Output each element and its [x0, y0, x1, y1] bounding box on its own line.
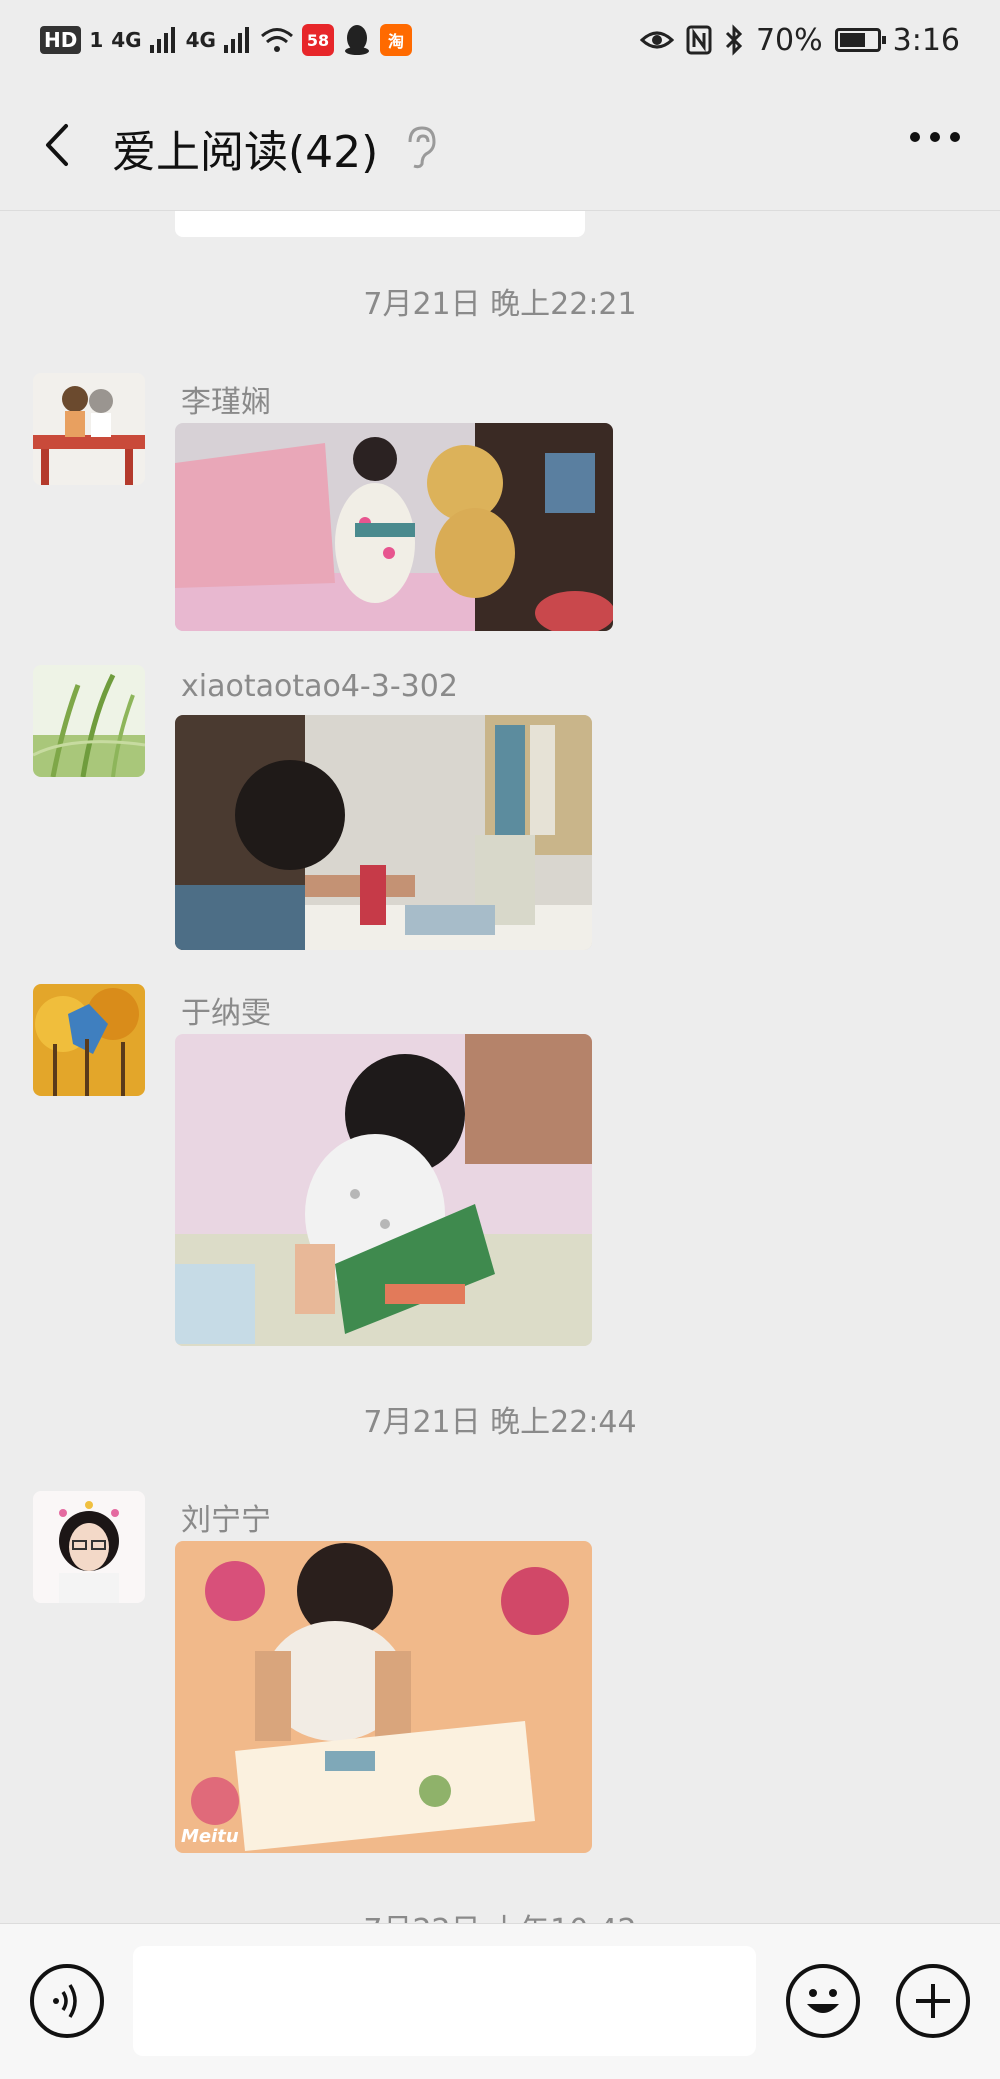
bluetooth-icon — [725, 24, 743, 56]
message-input[interactable] — [133, 1946, 756, 2056]
sender-name: 于纳雯 — [181, 996, 271, 1031]
voice-icon — [53, 1984, 77, 2018]
mute-ear-icon — [408, 126, 436, 169]
emoji-button[interactable] — [786, 1964, 860, 2038]
photo-girl-reading-teddy-bear — [175, 423, 613, 631]
dot-icon — [950, 132, 960, 142]
chat-message-list[interactable]: 7月21日 晚上22:21 李瑾娴 xiaotaotao4-3-302 于纳雯 … — [0, 211, 1000, 1923]
taobao-icon: 淘 — [379, 24, 412, 56]
status-right: 70% 3:16 — [639, 20, 960, 60]
sender-name: 刘宁宁 — [181, 1503, 271, 1538]
wifi-icon — [260, 28, 293, 52]
avatar[interactable] — [33, 665, 145, 777]
sender-name: xiaotaotao4-3-302 — [181, 669, 458, 704]
image-message[interactable]: Meitu — [175, 1541, 592, 1853]
sender-name: 李瑾娴 — [181, 385, 271, 420]
smiley-icon — [807, 1989, 839, 2013]
battery-percent: 70% — [755, 22, 823, 58]
avatar[interactable] — [33, 984, 145, 1096]
timestamp: 7月22日 上午10:42 — [0, 1905, 1000, 1923]
status-bar: HD 1 4G 4G 58 淘 70% 3:16 — [0, 0, 1000, 80]
signal-icon — [149, 27, 175, 53]
timestamp: 7月21日 晚上22:21 — [363, 287, 637, 322]
eye-comfort-icon — [639, 31, 674, 49]
chat-input-bar — [0, 1923, 1000, 2079]
avatar-autumn-trees-image — [33, 984, 145, 1096]
avatar-green-grass-image — [33, 665, 145, 777]
back-arrow-icon[interactable] — [34, 120, 84, 170]
photo-child-reading-at-desk — [175, 715, 592, 950]
status-left: HD 1 4G 4G 58 淘 — [40, 20, 412, 60]
hd-badge: HD — [40, 26, 82, 54]
avatar[interactable] — [33, 373, 145, 485]
image-message[interactable] — [175, 715, 592, 950]
more-options-button[interactable] — [910, 132, 960, 142]
qq-icon — [344, 25, 369, 55]
image-message[interactable] — [175, 1034, 592, 1346]
photo-boy-reading-on-bed — [175, 1541, 592, 1853]
chat-header: 爱上阅读(42) — [0, 80, 1000, 211]
chat-title: 爱上阅读(42) — [112, 127, 379, 178]
avatar[interactable] — [33, 1491, 145, 1603]
more-functions-button[interactable] — [896, 1964, 970, 2038]
signal-icon — [223, 27, 249, 53]
app-58-icon: 58 — [301, 24, 334, 56]
dot-icon — [930, 132, 940, 142]
dot-icon — [910, 132, 920, 142]
voice-input-button[interactable] — [30, 1964, 104, 2038]
battery-icon — [834, 28, 886, 52]
timestamp: 7月21日 晚上22:44 — [363, 1405, 637, 1440]
network-2-label: 4G — [185, 28, 216, 52]
avatar-woman-glasses-image — [33, 1491, 145, 1603]
photo-toddler-reading-book — [175, 1034, 592, 1346]
battery-fill — [839, 33, 865, 47]
sim-label: 1 — [89, 28, 104, 52]
nfc-icon — [686, 25, 712, 55]
avatar-anime-girls-image — [33, 373, 145, 485]
plus-icon — [916, 1984, 950, 2018]
network-1-label: 4G — [111, 28, 142, 52]
clock: 3:16 — [892, 22, 960, 58]
previous-message-bubble[interactable] — [175, 211, 585, 237]
image-message[interactable] — [175, 423, 613, 631]
meitu-watermark: Meitu — [181, 1826, 239, 1847]
